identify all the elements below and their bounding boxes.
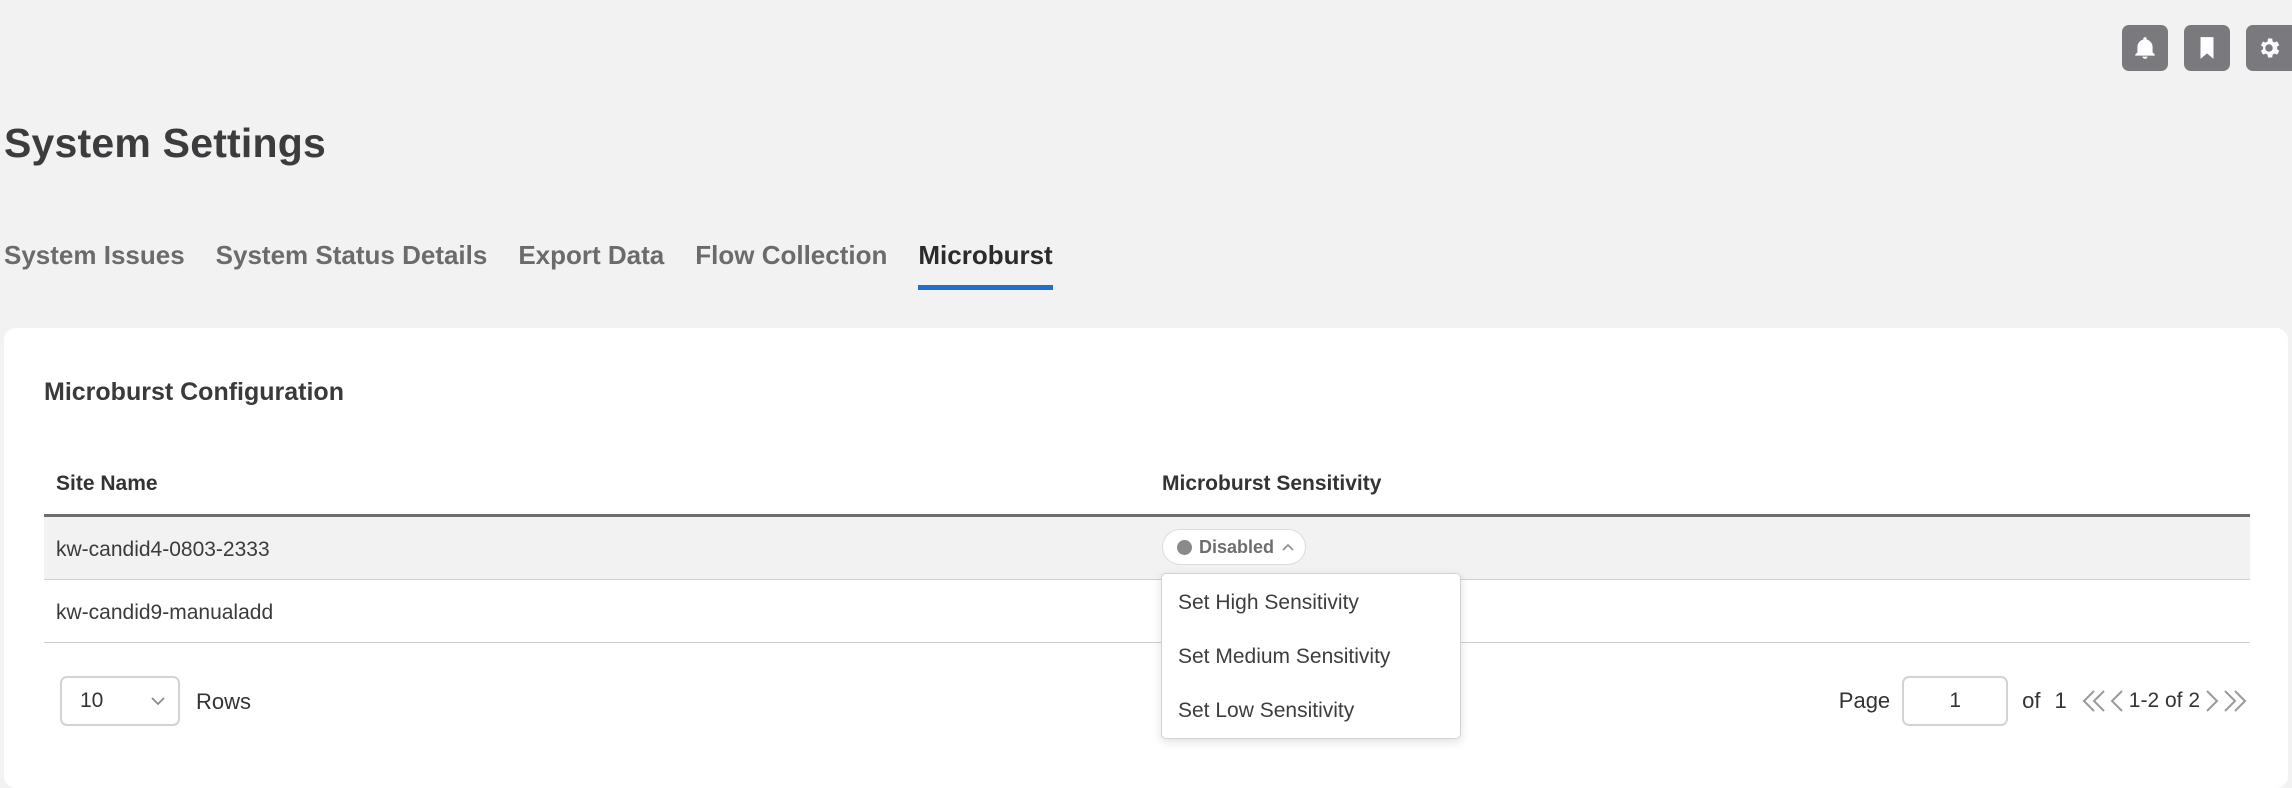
bell-icon xyxy=(2135,37,2155,59)
rows-per-page-value: 10 xyxy=(80,689,104,712)
menu-item-set-low-sensitivity[interactable]: Set Low Sensitivity xyxy=(1162,684,1460,738)
header-toolbar xyxy=(2122,25,2292,71)
table-footer: 10 Rows Page of 1 1-2 of 2 xyxy=(44,676,2248,728)
settings-button[interactable] xyxy=(2246,25,2292,71)
tab-flow-collection[interactable]: Flow Collection xyxy=(695,240,887,290)
page-range: 1-2 of 2 xyxy=(2128,689,2200,712)
table-header: Site Name Microburst Sensitivity xyxy=(44,468,2250,517)
next-page-button[interactable] xyxy=(2204,687,2220,715)
sensitivity-status: Disabled xyxy=(1199,536,1275,557)
tab-system-issues[interactable]: System Issues xyxy=(4,240,185,290)
pagination: Page of 1 1-2 of 2 xyxy=(1839,676,2248,726)
table-row: kw-candid4-0803-2333 Disabled xyxy=(44,517,2250,580)
chevron-down-icon xyxy=(151,697,165,706)
tab-microburst[interactable]: Microburst xyxy=(918,240,1053,290)
card-title: Microburst Configuration xyxy=(44,378,344,406)
notifications-button[interactable] xyxy=(2122,25,2168,71)
menu-item-set-high-sensitivity[interactable]: Set High Sensitivity xyxy=(1162,576,1460,630)
microburst-configuration-card: Microburst Configuration Site Name Micro… xyxy=(4,328,2288,788)
table-row: kw-candid9-manualadd xyxy=(44,580,2250,643)
sensitivity-dropdown-toggle[interactable]: Disabled xyxy=(1162,529,1307,565)
double-chevron-right-icon xyxy=(2224,690,2247,712)
site-name-cell: kw-candid9-manualadd xyxy=(56,601,274,624)
menu-item-set-medium-sensitivity[interactable]: Set Medium Sensitivity xyxy=(1162,630,1460,684)
page-label: Page xyxy=(1838,688,1891,713)
last-page-button[interactable] xyxy=(2220,687,2248,715)
bookmark-button[interactable] xyxy=(2184,25,2230,71)
sensitivity-dropdown-menu: Set High Sensitivity Set Medium Sensitiv… xyxy=(1161,573,1461,739)
sites-table: Site Name Microburst Sensitivity kw-cand… xyxy=(44,468,2250,643)
rows-per-page-select[interactable]: 10 xyxy=(60,676,180,726)
chevron-up-icon xyxy=(1282,543,1294,551)
chevron-right-icon xyxy=(2206,690,2219,712)
column-header-site-name[interactable]: Site Name xyxy=(56,472,158,496)
tab-system-status-details[interactable]: System Status Details xyxy=(216,240,488,290)
column-header-microburst-sensitivity[interactable]: Microburst Sensitivity xyxy=(1162,472,1381,496)
bookmark-icon xyxy=(2200,37,2214,59)
chevron-left-icon xyxy=(2110,690,2123,712)
page-title: System Settings xyxy=(4,120,326,166)
page-number-input[interactable] xyxy=(1902,676,2009,726)
tab-export-data[interactable]: Export Data xyxy=(518,240,664,290)
gear-icon xyxy=(2260,38,2280,58)
double-chevron-left-icon xyxy=(2082,690,2105,712)
site-name-cell: kw-candid4-0803-2333 xyxy=(56,538,270,561)
of-label: of xyxy=(2022,688,2041,713)
total-pages: 1 xyxy=(2054,688,2067,713)
rows-label: Rows xyxy=(196,689,252,714)
status-dot-icon xyxy=(1177,539,1192,555)
settings-tabs: System Issues System Status Details Expo… xyxy=(4,240,1053,290)
first-page-button[interactable] xyxy=(2081,687,2109,715)
previous-page-button[interactable] xyxy=(2109,687,2125,715)
